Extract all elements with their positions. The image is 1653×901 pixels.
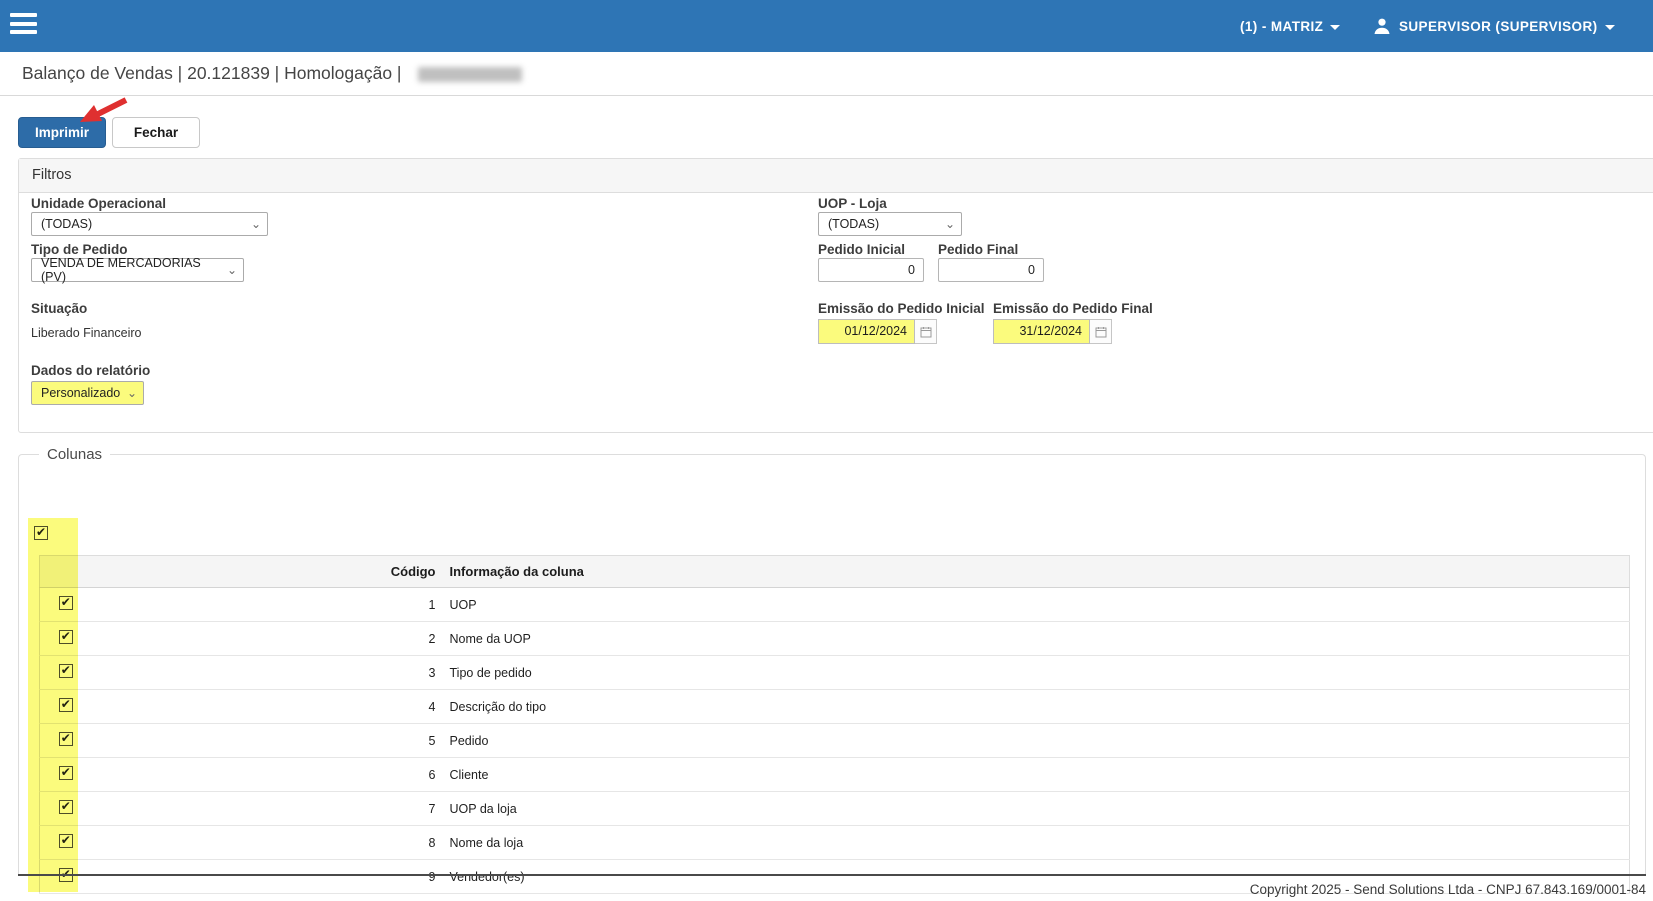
informacao-cell: Descrição do tipo [442,690,1630,724]
row-checkbox[interactable] [59,630,73,644]
imprimir-button[interactable]: Imprimir [18,117,106,148]
codigo-cell: 8 [92,826,442,860]
pedido-final-input[interactable]: 0 [938,258,1044,282]
uop-loja-label: UOP - Loja [818,196,887,211]
informacao-column-header: Informação da coluna [442,556,1630,588]
dados-do-relatorio-label: Dados do relatório [31,363,150,378]
informacao-cell: Cliente [442,758,1630,792]
row-checkbox[interactable] [59,596,73,610]
row-checkbox[interactable] [59,834,73,848]
codigo-cell: 7 [92,792,442,826]
unidade-operacional-select[interactable]: (TODAS) ⌄ [31,212,268,236]
unidade-operacional-label: Unidade Operacional [31,196,166,211]
table-row: 4 Descrição do tipo [40,690,1630,724]
codigo-cell: 1 [92,588,442,622]
row-checkbox[interactable] [59,732,73,746]
filtros-panel-title: Filtros [19,159,1653,193]
informacao-cell: Tipo de pedido [442,656,1630,690]
user-menu[interactable]: SUPERVISOR (SUPERVISOR) [1372,0,1615,52]
emissao-pedido-inicial-field: 01/12/2024 [818,319,937,344]
codigo-cell: 4 [92,690,442,724]
row-checkbox[interactable] [59,800,73,814]
codigo-cell: 5 [92,724,442,758]
select-all-checkbox[interactable] [34,526,48,540]
filtros-panel-body: Unidade Operacional (TODAS) ⌄ Tipo de Pe… [19,193,1653,433]
table-row: 3 Tipo de pedido [40,656,1630,690]
emissao-pedido-final-field: 31/12/2024 [993,319,1112,344]
breadcrumb-text: Balanço de Vendas | 20.121839 | Homologa… [22,63,401,83]
footer-copyright: Copyright 2025 - Send Solutions Ltda - C… [900,882,1646,897]
chevron-down-icon [1605,25,1615,30]
codigo-column-header: Código [92,556,442,588]
colunas-legend: Colunas [39,446,110,463]
tipo-de-pedido-label: Tipo de Pedido [31,242,128,257]
footer-divider [18,874,1646,876]
redacted-text [418,67,522,82]
table-row: 2 Nome da UOP [40,622,1630,656]
row-checkbox[interactable] [59,766,73,780]
chevron-down-icon: ⌄ [251,217,261,231]
user-label: SUPERVISOR (SUPERVISOR) [1399,19,1598,34]
calendar-button[interactable] [1090,319,1112,344]
emissao-pedido-inicial-input[interactable]: 01/12/2024 [818,319,915,344]
table-header-row: Código Informação da coluna [40,556,1630,588]
chevron-down-icon: ⌄ [945,217,955,231]
calendar-icon [920,326,932,338]
user-icon [1372,16,1392,36]
informacao-cell: Nome da UOP [442,622,1630,656]
table-row: 1 UOP [40,588,1630,622]
hamburger-menu-icon[interactable] [10,13,38,39]
uop-loja-select[interactable]: (TODAS) ⌄ [818,212,962,236]
chevron-down-icon: ⌄ [227,263,237,277]
unidade-operacional-value: (TODAS) [41,217,92,231]
situacao-label: Situação [31,301,87,316]
breadcrumb-bar: Balanço de Vendas | 20.121839 | Homologa… [0,52,1653,96]
row-checkbox[interactable] [59,698,73,712]
codigo-cell: 3 [92,656,442,690]
colunas-table: Código Informação da coluna 1 UOP 2 Nome… [39,555,1630,894]
calendar-button[interactable] [915,319,937,344]
filtros-panel: Filtros Unidade Operacional (TODAS) ⌄ Ti… [18,158,1653,433]
informacao-cell: Nome da loja [442,826,1630,860]
table-row: 7 UOP da loja [40,792,1630,826]
branch-selector[interactable]: (1) - MATRIZ [1240,0,1340,52]
chevron-down-icon: ⌄ [127,386,137,400]
breadcrumb: Balanço de Vendas | 20.121839 | Homologa… [22,52,522,95]
codigo-cell: 6 [92,758,442,792]
emissao-pedido-final-input[interactable]: 31/12/2024 [993,319,1090,344]
dados-do-relatorio-value: Personalizado [41,386,120,400]
checkbox-column-header [40,556,92,588]
chevron-down-icon [1330,25,1340,30]
informacao-cell: UOP [442,588,1630,622]
branch-label: (1) - MATRIZ [1240,19,1323,34]
calendar-icon [1095,326,1107,338]
situacao-value: Liberado Financeiro [31,326,142,340]
pedido-inicial-input[interactable]: 0 [818,258,924,282]
dados-do-relatorio-select[interactable]: Personalizado ⌄ [31,381,144,405]
colunas-table-body: 1 UOP 2 Nome da UOP 3 Tipo de pedido 4 D… [40,588,1630,894]
tipo-de-pedido-select[interactable]: VENDA DE MERCADORIAS (PV) ⌄ [31,258,244,282]
pedido-inicial-label: Pedido Inicial [818,242,905,257]
codigo-cell: 2 [92,622,442,656]
row-checkbox[interactable] [59,664,73,678]
uop-loja-value: (TODAS) [828,217,879,231]
table-row: 8 Nome da loja [40,826,1630,860]
table-row: 6 Cliente [40,758,1630,792]
tipo-de-pedido-value: VENDA DE MERCADORIAS (PV) [41,256,223,284]
emissao-pedido-inicial-label: Emissão do Pedido Inicial [818,301,985,316]
pedido-final-label: Pedido Final [938,242,1018,257]
table-row: 5 Pedido [40,724,1630,758]
filters-right-column: UOP - Loja (TODAS) ⌄ Pedido Inicial Pedi… [818,193,1238,433]
fechar-button[interactable]: Fechar [112,117,200,148]
top-navigation-bar: (1) - MATRIZ SUPERVISOR (SUPERVISOR) [0,0,1653,52]
informacao-cell: UOP da loja [442,792,1630,826]
informacao-cell: Pedido [442,724,1630,758]
colunas-fieldset: Colunas Código Informação da coluna 1 UO… [18,446,1646,875]
emissao-pedido-final-label: Emissão do Pedido Final [993,301,1153,316]
codigo-cell: 9 [92,860,442,894]
